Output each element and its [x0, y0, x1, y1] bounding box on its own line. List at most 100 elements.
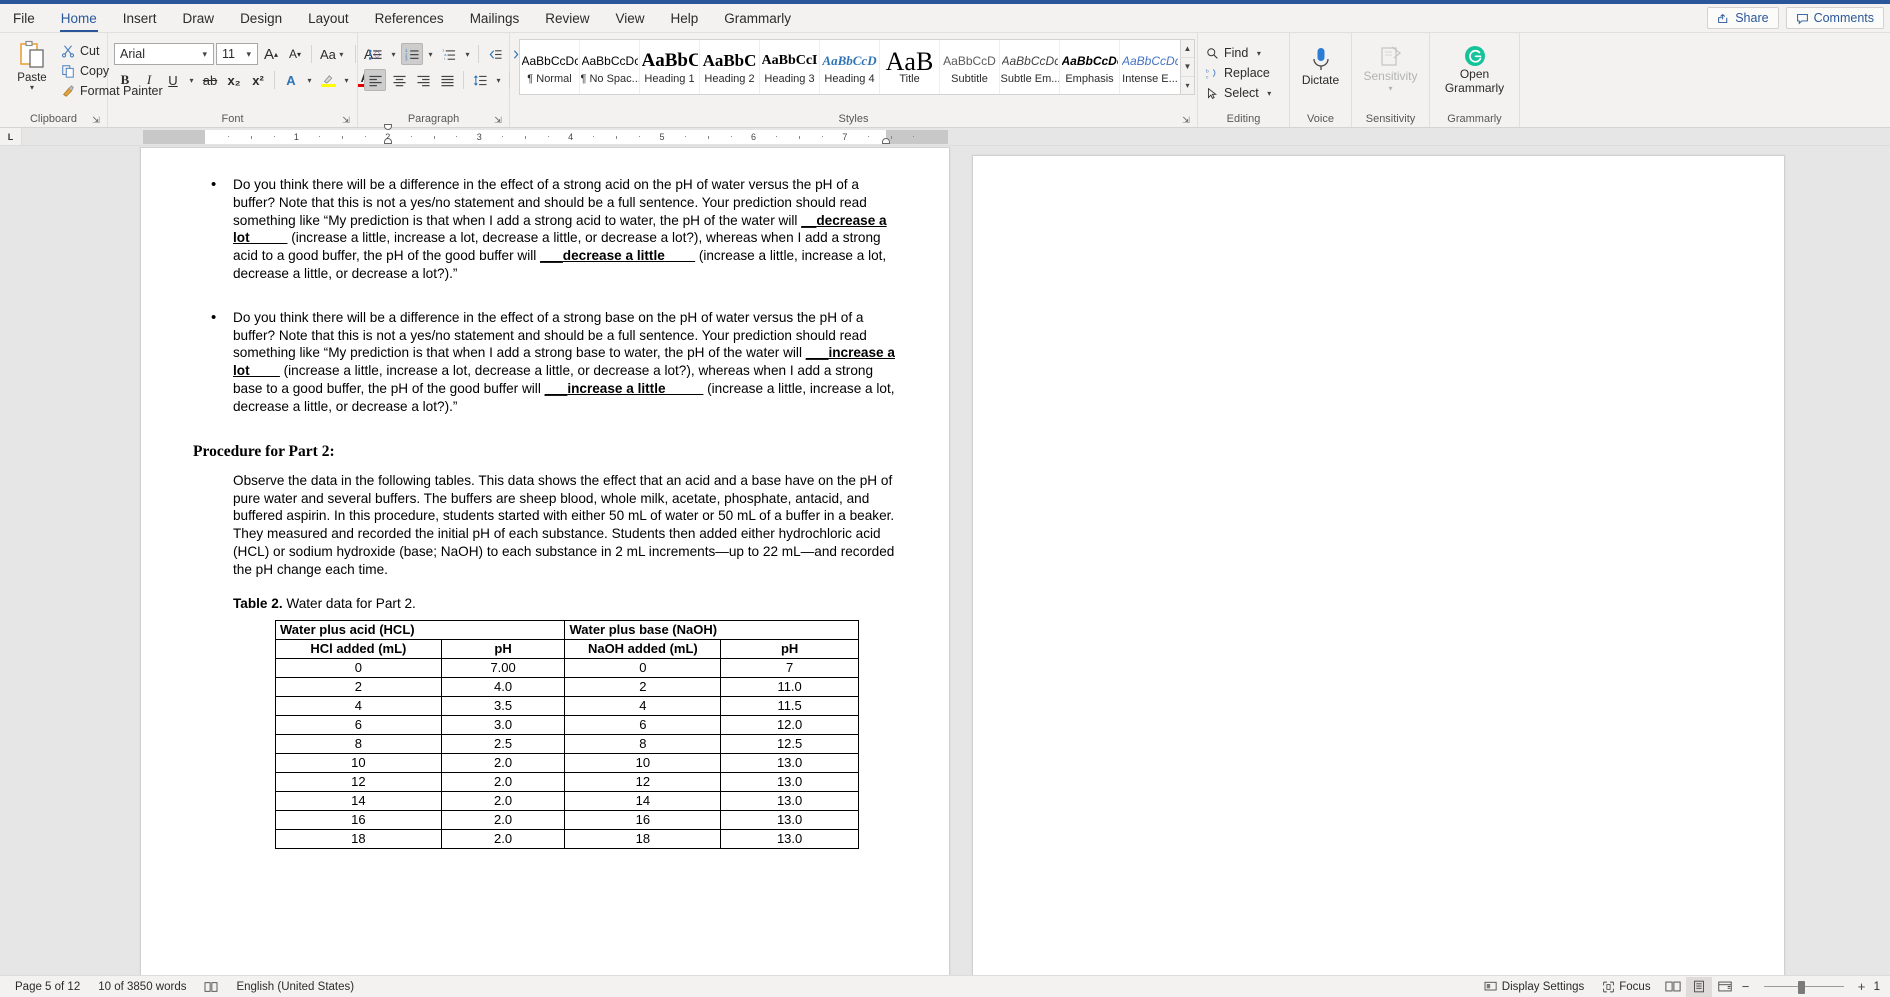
comments-button[interactable]: Comments [1786, 7, 1884, 29]
subscript-button[interactable]: x₂ [223, 69, 245, 91]
shrink-font-button[interactable]: A▾ [284, 43, 306, 65]
tab-home[interactable]: Home [48, 4, 110, 32]
font-name-input[interactable]: Arial ▾ [114, 43, 214, 65]
style-item-no-spacing[interactable]: AaBbCcDc ¶ No Spac... [580, 40, 640, 94]
underline-options-caret-icon[interactable]: ▾ [186, 76, 197, 85]
bold-button[interactable]: B [114, 69, 136, 91]
sensitivity-button[interactable]: Sensitivity ▾ [1358, 42, 1423, 93]
tab-draw[interactable]: Draw [170, 4, 228, 32]
tab-help[interactable]: Help [658, 4, 712, 32]
align-left-button[interactable] [364, 69, 386, 91]
highlight-button[interactable] [317, 69, 339, 91]
horizontal-ruler[interactable]: 1234567 [143, 130, 948, 144]
chevron-down-icon[interactable]: ▾ [198, 49, 211, 60]
document-canvas[interactable]: Do you think there will be a difference … [0, 147, 1890, 975]
paragraph-dialog-launcher[interactable]: ⇲ [492, 114, 504, 126]
style-item-heading-2[interactable]: AaBbC Heading 2 [700, 40, 760, 94]
underline-button[interactable]: U [162, 69, 184, 91]
status-language[interactable]: English (United States) [227, 977, 363, 997]
strikethrough-button[interactable]: ab [199, 69, 221, 91]
dictate-button[interactable]: Dictate [1296, 44, 1345, 88]
styles-scroll-up-button[interactable]: ▲ [1181, 40, 1194, 58]
select-caret-icon[interactable]: ▾ [1264, 89, 1275, 98]
style-item-normal[interactable]: AaBbCcDc ¶ Normal [520, 40, 580, 94]
tab-view[interactable]: View [602, 4, 657, 32]
share-button[interactable]: Share [1707, 7, 1778, 29]
grow-font-button[interactable]: A▴ [260, 43, 282, 65]
tab-references[interactable]: References [362, 4, 457, 32]
first-line-indent-marker[interactable] [384, 124, 392, 130]
print-layout-button[interactable] [1686, 977, 1712, 997]
style-item-heading-4[interactable]: AaBbCcD Heading 4 [820, 40, 880, 94]
web-layout-button[interactable] [1712, 977, 1738, 997]
styles-more-button[interactable]: ▾ [1181, 77, 1194, 94]
numbering-button[interactable]: 123 [401, 43, 423, 65]
decrease-indent-button[interactable] [484, 43, 506, 65]
style-item-subtle-emphasis[interactable]: AaBbCcDc Subtle Em... [1000, 40, 1060, 94]
text-effects-button[interactable]: A [280, 69, 302, 91]
style-item-heading-3[interactable]: AaBbCcI Heading 3 [760, 40, 820, 94]
select-button[interactable]: Select ▾ [1206, 83, 1275, 103]
multilevel-list-button[interactable]: 1ai [438, 43, 460, 65]
line-spacing-button[interactable] [469, 69, 491, 91]
tab-file[interactable]: File [0, 4, 48, 32]
zoom-level-button[interactable]: 1 [1870, 977, 1884, 997]
styles-dialog-launcher[interactable]: ⇲ [1180, 114, 1192, 126]
chevron-down-icon[interactable]: ▾ [30, 84, 34, 92]
styles-scroll-down-button[interactable]: ▼ [1181, 58, 1194, 76]
zoom-out-button[interactable]: − [1738, 979, 1754, 994]
water-data-table[interactable]: Water plus acid (HCL) Water plus base (N… [275, 620, 859, 849]
document-page-2[interactable] [972, 155, 1785, 975]
ruler-right-margin[interactable] [886, 130, 948, 144]
tab-insert[interactable]: Insert [110, 4, 170, 32]
tab-layout[interactable]: Layout [295, 4, 362, 32]
find-caret-icon[interactable]: ▾ [1253, 49, 1264, 58]
hanging-indent-marker[interactable] [384, 138, 392, 144]
highlight-caret-icon[interactable]: ▾ [341, 76, 352, 85]
align-center-button[interactable] [388, 69, 410, 91]
display-settings-button[interactable]: Display Settings [1475, 977, 1593, 997]
tab-grammarly[interactable]: Grammarly [711, 4, 804, 32]
ruler-tick [731, 136, 732, 137]
tab-review[interactable]: Review [532, 4, 602, 32]
document-page-1[interactable]: Do you think there will be a difference … [140, 147, 950, 975]
zoom-in-button[interactable]: + [1854, 979, 1870, 994]
replace-button[interactable]: bc Replace [1206, 63, 1270, 83]
font-dialog-launcher[interactable]: ⇲ [340, 114, 352, 126]
paste-button[interactable]: Paste ▾ [10, 38, 54, 100]
bullets-button[interactable] [364, 43, 386, 65]
chevron-down-icon[interactable]: ▾ [1388, 84, 1392, 93]
open-grammarly-button[interactable]: Open Grammarly [1436, 42, 1513, 96]
zoom-slider[interactable] [1754, 977, 1854, 997]
status-proofing[interactable] [195, 977, 227, 997]
style-item-heading-1[interactable]: AaBbC Heading 1 [640, 40, 700, 94]
right-indent-marker[interactable] [882, 138, 890, 144]
style-item-intense-emphasis[interactable]: AaBbCcDc Intense E... [1120, 40, 1180, 94]
justify-button[interactable] [436, 69, 458, 91]
style-item-subtitle[interactable]: AaBbCcD Subtitle [940, 40, 1000, 94]
status-page-indicator[interactable]: Page 5 of 12 [6, 977, 89, 997]
chevron-down-icon[interactable]: ▾ [242, 49, 255, 60]
read-mode-button[interactable] [1660, 977, 1686, 997]
text-effects-caret-icon[interactable]: ▾ [304, 76, 315, 85]
line-spacing-caret-icon[interactable]: ▾ [493, 76, 504, 85]
clipboard-dialog-launcher[interactable]: ⇲ [90, 114, 102, 126]
bullets-caret-icon[interactable]: ▾ [388, 50, 399, 59]
style-item-emphasis[interactable]: AaBbCcDc Emphasis [1060, 40, 1120, 94]
italic-button[interactable]: I [138, 69, 160, 91]
font-size-input[interactable]: 11 ▾ [216, 43, 258, 65]
tab-stop-selector[interactable]: L [0, 128, 22, 145]
focus-button[interactable]: Focus [1593, 977, 1659, 997]
find-button[interactable]: Find ▾ [1206, 43, 1264, 63]
superscript-button[interactable]: x² [247, 69, 269, 91]
numbering-caret-icon[interactable]: ▾ [425, 50, 436, 59]
tab-mailings[interactable]: Mailings [457, 4, 533, 32]
change-case-button[interactable]: Aa▾ [317, 43, 350, 65]
multilevel-caret-icon[interactable]: ▾ [462, 50, 473, 59]
align-right-button[interactable] [412, 69, 434, 91]
tab-design[interactable]: Design [227, 4, 295, 32]
style-item-title[interactable]: AaB Title [880, 40, 940, 94]
ruler-left-margin[interactable] [143, 130, 205, 144]
zoom-thumb[interactable] [1798, 981, 1805, 994]
status-word-count[interactable]: 10 of 3850 words [89, 977, 195, 997]
